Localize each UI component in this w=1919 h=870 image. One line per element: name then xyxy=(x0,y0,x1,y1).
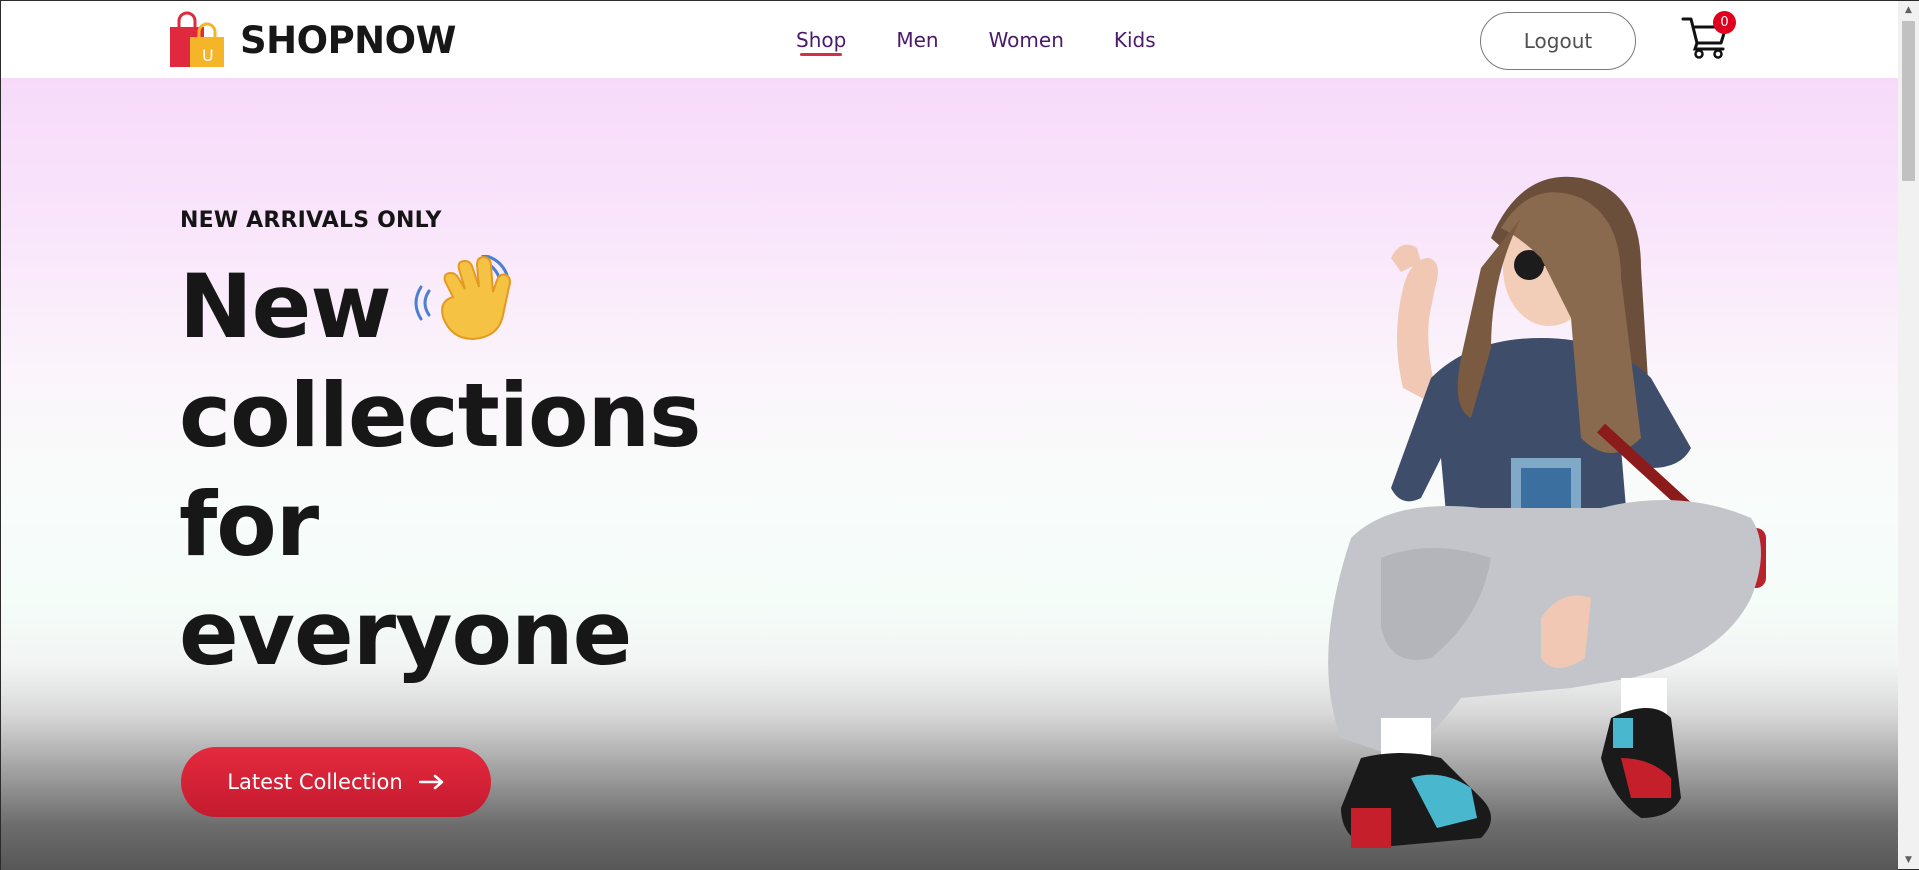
headline-line-3: for xyxy=(179,473,319,577)
hero-model-image xyxy=(1321,118,1821,870)
page-scrollbar[interactable]: ▲ ▼ xyxy=(1898,1,1919,869)
main-nav: Shop Men Women Kids xyxy=(771,1,1181,78)
hero-eyebrow: NEW ARRIVALS ONLY xyxy=(180,208,442,233)
scroll-thumb[interactable] xyxy=(1902,21,1915,181)
shopping-bags-icon: U xyxy=(166,11,228,69)
nav-item-shop[interactable]: Shop xyxy=(771,1,871,78)
brand-logo[interactable]: U SHOPNOW xyxy=(166,11,456,69)
logout-button[interactable]: Logout xyxy=(1480,12,1636,70)
scroll-down-arrow-icon[interactable]: ▼ xyxy=(1898,851,1919,869)
headline-line-4: everyone xyxy=(179,582,632,686)
cart-count-badge: 0 xyxy=(1713,11,1736,34)
nav-item-label: Kids xyxy=(1113,27,1156,52)
nav-item-label: Men xyxy=(896,27,939,52)
latest-collection-button[interactable]: Latest Collection xyxy=(181,747,491,817)
nav-item-women[interactable]: Women xyxy=(964,1,1089,78)
nav-item-label: Women xyxy=(988,27,1064,52)
hero-headline: New collections for everyone xyxy=(179,252,702,688)
cta-label: Latest Collection xyxy=(227,770,403,794)
brand-name: SHOPNOW xyxy=(240,18,456,62)
scroll-up-arrow-icon[interactable]: ▲ xyxy=(1898,1,1919,19)
nav-item-kids[interactable]: Kids xyxy=(1089,1,1181,78)
headline-line-2: collections xyxy=(179,364,702,468)
arrow-right-icon xyxy=(418,774,445,790)
headline-word: New xyxy=(179,255,392,358)
active-nav-indicator xyxy=(800,53,843,56)
svg-text:U: U xyxy=(202,46,214,65)
headline-line-1: New xyxy=(179,252,701,361)
waving-hand-icon xyxy=(413,253,517,351)
nav-item-men[interactable]: Men xyxy=(871,1,963,78)
hero-section: NEW ARRIVALS ONLY New collections for ev… xyxy=(1,78,1898,870)
top-navbar: U SHOPNOW Shop Men Women Kids Logout 0 xyxy=(1,1,1898,78)
nav-item-label: Shop xyxy=(796,27,847,52)
